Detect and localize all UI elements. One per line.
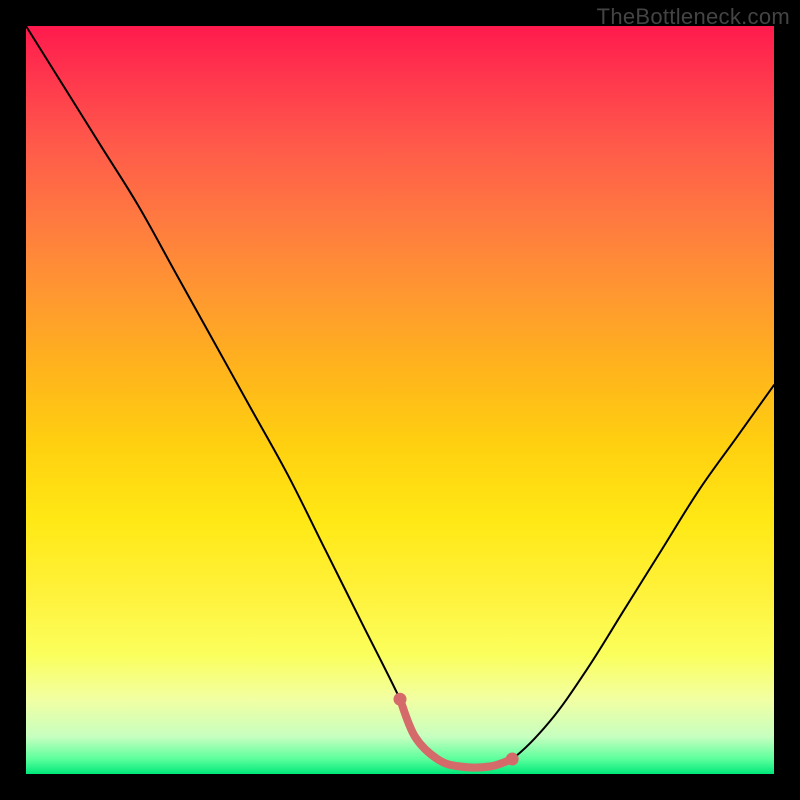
plot-area [26, 26, 774, 774]
chart-container: TheBottleneck.com [0, 0, 800, 800]
curve-svg [26, 26, 774, 774]
optimal-zone-highlight [400, 699, 512, 767]
highlight-end-dot [394, 693, 407, 706]
watermark-text: TheBottleneck.com [597, 4, 790, 30]
bottleneck-curve [26, 26, 774, 768]
highlight-end-dot [506, 753, 519, 766]
